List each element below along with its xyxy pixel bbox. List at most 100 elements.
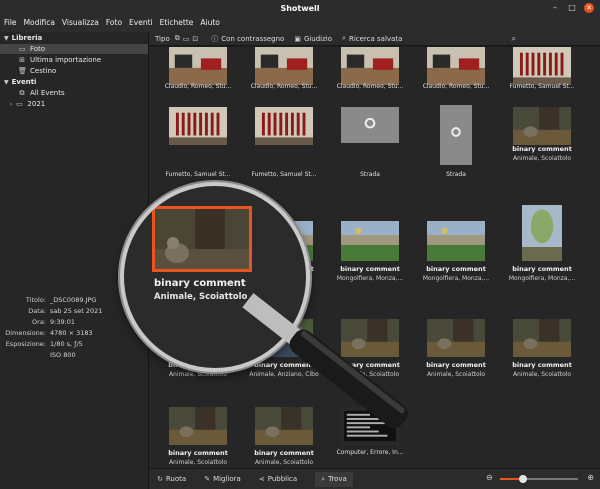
photo-caption: Fumetto, Samuel St... [251,171,317,178]
search-icon[interactable]: ⌕ [512,34,516,44]
photo-cell[interactable]: binary comment Animale, Scoiattolo [499,305,585,395]
photo-caption: Fumetto, Samuel St... [509,83,575,90]
photos-type-icon[interactable]: ⧉ [175,34,180,43]
photo-thumbnail[interactable] [522,205,562,261]
menu-file[interactable]: File [4,18,17,27]
share-icon: ⋖ [258,475,265,483]
zoom-out-icon[interactable]: ⊖ [486,473,493,482]
title-bar: Shotwell File Modifica Visualizza Foto E… [0,0,600,32]
photo-cell[interactable]: binary comment Animale, Scoiattolo [241,393,327,468]
menu-aiuto[interactable]: Aiuto [200,18,220,27]
photo-cell[interactable]: Strada [413,105,499,195]
publish-button[interactable]: ⋖ Pubblica [259,475,297,483]
chevron-down-icon: ▼ [4,34,9,42]
zoom-handle[interactable] [519,475,528,483]
photo-caption: Claudio, Romeo, Stu... [164,83,232,90]
folder-icon: ▭ [16,99,23,108]
menu-foto[interactable]: Foto [106,18,122,27]
photo-thumbnail[interactable] [169,407,227,445]
sidebar-section-libreria[interactable]: ▼ Libreria [0,33,148,43]
photo-tags: Animale, Scoiattolo [168,459,228,466]
sidebar-item-label: All Events [30,89,65,97]
photo-thumbnail[interactable] [513,47,571,85]
photo-thumbnail[interactable] [169,107,227,145]
raw-type-icon[interactable]: ⊡ [192,35,198,43]
zoom-slider[interactable]: ⊖ ⊕ [486,473,594,484]
photo-thumbnail[interactable] [513,319,571,357]
sidebar-item-label: Cestino [30,67,57,75]
photo-thumbnail[interactable] [341,107,399,143]
zoom-in-icon[interactable]: ⊕ [587,473,594,482]
photo-thumbnail[interactable] [341,221,399,261]
sidebar-section-eventi[interactable]: ▼ Eventi [0,77,148,87]
sidebar-item-ultima-importazione[interactable]: ⊞ Ultima importazione [0,55,148,65]
photo-cell[interactable]: Fumetto, Samuel St... [241,105,327,195]
menu-visualizza[interactable]: Visualizza [62,18,99,27]
photo-thumbnail[interactable] [169,47,227,85]
sidebar-item-2021[interactable]: › ▭ 2021 [0,99,148,109]
photo-thumbnail[interactable] [255,47,313,85]
photo-cell[interactable]: Fumetto, Samuel St... [155,105,241,195]
menu-etichette[interactable]: Etichette [160,18,194,27]
rotate-button[interactable]: ↻ Ruota [157,475,186,483]
type-filter-label: Tipo [155,34,170,43]
photo-caption: Computer, Errore, In... [336,449,404,456]
close-icon[interactable]: ✕ [584,3,594,13]
menu-eventi[interactable]: Eventi [129,18,153,27]
photo-caption: Claudio, Romeo, Stu... [336,83,404,90]
photo-thumbnail[interactable] [427,319,485,357]
sidebar-item-all-events[interactable]: ⧉ All Events [0,88,148,98]
type-filter[interactable]: Tipo ⧉ ▭ ⊡ [155,34,201,43]
rotate-icon: ↻ [157,475,163,483]
photo-tags: Mongolfiera, Monza,... [336,275,404,282]
photo-thumbnail[interactable] [255,407,313,445]
maximize-icon[interactable]: □ [567,3,577,13]
rating-filter-label: Giudizio [303,34,333,43]
metadata-value: 4780 × 3183 [50,329,93,337]
photo-caption: binary comment [512,145,572,153]
sidebar-section-label: Libreria [11,34,43,42]
sidebar-item-foto[interactable]: ▭ Foto [0,44,148,54]
photo-cell[interactable]: binary comment Animale, Scoiattolo [499,105,585,195]
saved-search-label: Ricerca salvata [348,34,403,43]
search-icon: ⌕ [342,34,346,42]
photo-thumbnail[interactable] [427,47,485,85]
menu-modifica[interactable]: Modifica [24,18,55,27]
trash-icon: 🗑 [18,66,27,75]
sidebar-section-label: Eventi [11,78,37,86]
chevron-right-icon[interactable]: › [10,101,12,108]
metadata-row: Esposizione: 1/80 s, ƒ/5 [0,340,148,350]
photo-thumbnail[interactable] [427,221,485,261]
rating-filter[interactable]: ▣ Giudizio [294,35,332,43]
sidebar-item-cestino[interactable]: 🗑 Cestino [0,66,148,76]
minimize-icon[interactable]: – [550,3,560,13]
metadata-key: Esposizione: [5,340,46,348]
photo-thumbnail[interactable] [341,47,399,85]
photo-caption: binary comment [340,265,400,273]
enhance-button[interactable]: ✎ Migliora [204,475,241,483]
photo-icon: ▭ [18,44,26,53]
photo-cell[interactable]: Strada [327,105,413,195]
video-type-icon[interactable]: ▭ [183,35,190,43]
photo-thumbnail[interactable] [513,107,571,145]
metadata-row: Ora: 9:39:01 [0,318,148,328]
metadata-key: Data: [28,307,46,315]
photo-thumbnail[interactable] [440,105,472,165]
metadata-key: Titolo: [25,296,46,304]
magnified-caption: binary comment [154,278,246,289]
photo-thumbnail[interactable] [255,107,313,145]
publish-label: Pubblica [267,475,298,483]
window-controls: – □ ✕ [550,3,594,13]
photo-cell[interactable]: binary comment Animale, Scoiattolo [413,305,499,395]
photo-cell[interactable]: binary comment Mongolfiera, Monza,... [499,205,585,295]
zoom-track[interactable] [500,475,578,483]
find-button[interactable]: ⌕ Trova [315,471,353,487]
flagged-filter[interactable]: ⓘ Con contrassegno [211,34,284,44]
photo-cell[interactable]: binary comment Animale, Scoiattolo [155,393,241,468]
photo-cell[interactable]: binary comment Mongolfiera, Monza,... [413,205,499,295]
saved-search-filter[interactable]: ⌕ Ricerca salvata [342,34,402,43]
photo-tags: Mongolfiera, Monza,... [508,275,576,282]
photo-caption: binary comment [426,361,486,369]
photo-cell[interactable]: binary comment Mongolfiera, Monza,... [327,205,413,295]
metadata-value: _DSC0089.JPG [50,296,97,304]
